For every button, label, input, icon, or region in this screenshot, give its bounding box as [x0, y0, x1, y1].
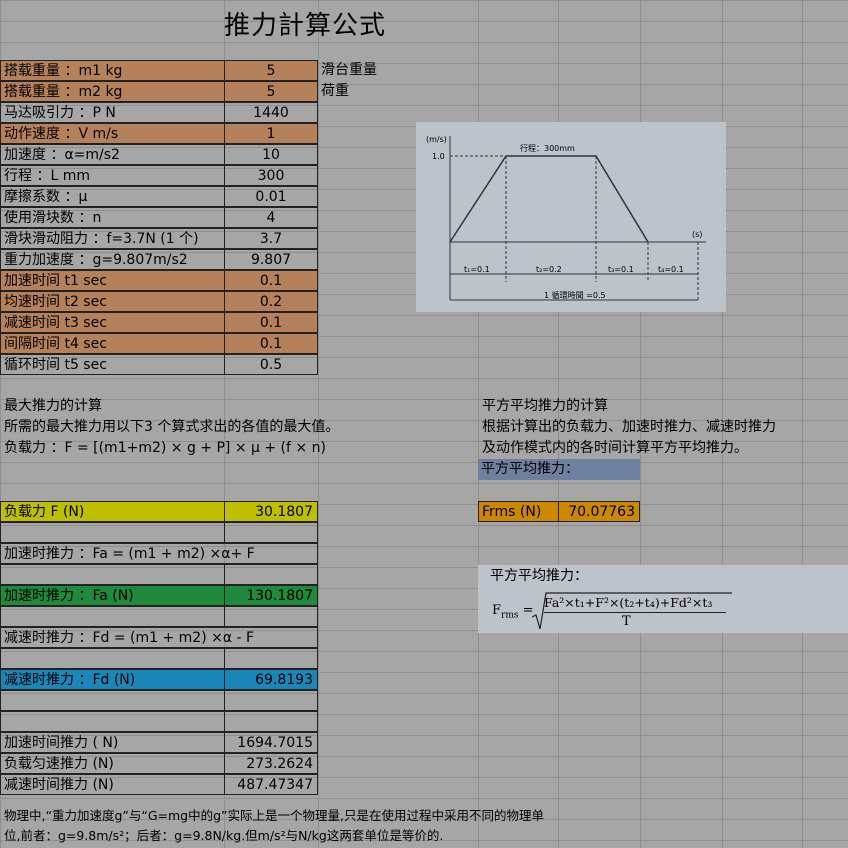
param-label: 动作速度 ：V m/s — [0, 123, 225, 144]
param-value[interactable]: 0.1 — [224, 312, 318, 333]
param-value[interactable]: 5 — [224, 81, 318, 102]
y-value-label: 1.0 — [432, 152, 445, 161]
param-label: 循环时间 t5 sec — [0, 354, 225, 375]
t4-label: t₄=0.1 — [658, 265, 684, 274]
accel-thrust-label: 加速时推力 ：Fa (N) — [0, 585, 225, 606]
velocity-diagram: (m/s) 1.0 (s) 行程：300mm t₁=0.1 t₂=0.2 t₃=… — [416, 122, 726, 312]
param-value[interactable]: 5 — [224, 60, 318, 81]
result-value[interactable]: 1694.7015 — [224, 732, 318, 753]
y-unit-label: (m/s) — [426, 135, 447, 144]
param-label: 使用滑块数 ：n — [0, 207, 225, 228]
param-label: 减速时间 t3 sec — [0, 312, 225, 333]
param-label: 间隔时间 t4 sec — [0, 333, 225, 354]
param-label: 均速时间 t2 sec — [0, 291, 225, 312]
rms-desc-2: 及动作模式内的各时间计算平方平均推力。 — [482, 440, 748, 456]
empty-cell — [0, 711, 225, 732]
param-value[interactable]: 0.01 — [224, 186, 318, 207]
t3-label: t₃=0.1 — [608, 265, 634, 274]
empty-cell — [224, 564, 318, 585]
param-label: 摩擦系数 ：μ — [0, 186, 225, 207]
load-force-value[interactable]: 30.1807 — [224, 501, 318, 522]
footer-line-2: 位,前者：g=9.8m/s²；后者：g=9.8N/kg.但m/s²与N/kg这两… — [4, 828, 444, 843]
load-formula: 负载力 ：F = [(m1+m2) × g + P] × μ + (f × n) — [4, 440, 326, 456]
result-label: 减速时间推力 (N) — [0, 774, 225, 795]
rms-formula-box: 平方平均推力： Frms = Fa²×t₁+F²×(t₂+t₄)+Fd²×t₃ … — [478, 565, 848, 633]
footer-line-1: 物理中,“重力加速度g”与“G=mg中的g”实际上是一个物理量,只是在使用过程中… — [4, 808, 544, 823]
decel-formula: 减速时推力 ：Fd = (m1 + m2) ×α - F — [0, 627, 318, 648]
empty-cell — [224, 690, 318, 711]
param-value[interactable]: 0.5 — [224, 354, 318, 375]
rms-formula-lhs: Frms = — [492, 603, 534, 621]
max-thrust-heading: 最大推力的计算 — [4, 398, 102, 414]
decel-thrust-value[interactable]: 69.8193 — [224, 669, 318, 690]
column-divider — [802, 0, 803, 848]
param-label: 搭载重量 ：m1 kg — [0, 60, 225, 81]
rms-lhs-symbol: F — [492, 603, 502, 618]
empty-cell — [0, 690, 225, 711]
cycle-label: 1 循環時間 =0.5 — [544, 290, 606, 300]
param-value[interactable]: 10 — [224, 144, 318, 165]
result-label: 加速时间推力 ( N) — [0, 732, 225, 753]
param-label: 加速度 ：α=m/s2 — [0, 144, 225, 165]
accel-formula: 加速时推力 ：Fa = (m1 + m2) ×α+ F — [0, 543, 318, 564]
param-value[interactable]: 300 — [224, 165, 318, 186]
param-note: 荷重 — [321, 83, 349, 99]
empty-cell — [224, 648, 318, 669]
param-note: 滑台重量 — [321, 62, 377, 78]
load-force-label: 负载力 F (N) — [0, 501, 225, 522]
stroke-label: 行程：300mm — [520, 143, 575, 153]
param-label: 搭载重量 ：m2 kg — [0, 81, 225, 102]
rms-heading: 平方平均推力的计算 — [482, 398, 608, 414]
param-label: 滑块滑动阻力 ：f=3.7N (1 个) — [0, 228, 225, 249]
empty-cell — [0, 606, 225, 627]
empty-cell — [224, 606, 318, 627]
rms-desc-1: 根据计算出的负载力、加速时推力、减速时推力 — [482, 419, 776, 435]
param-label: 重力加速度 ：g=9.807m/s2 — [0, 249, 225, 270]
frms-value[interactable]: 70.07763 — [558, 501, 640, 522]
param-value[interactable]: 1440 — [224, 102, 318, 123]
empty-cell — [0, 522, 225, 543]
param-value[interactable]: 0.2 — [224, 291, 318, 312]
x-unit-label: (s) — [692, 230, 702, 239]
empty-cell — [0, 648, 225, 669]
empty-cell — [224, 711, 318, 732]
result-label: 负载匀速推力 (N) — [0, 753, 225, 774]
param-value[interactable]: 9.807 — [224, 249, 318, 270]
param-value[interactable]: 0.1 — [224, 270, 318, 291]
velocity-chart: (m/s) 1.0 (s) 行程：300mm t₁=0.1 t₂=0.2 t₃=… — [426, 135, 706, 301]
footer-note: 物理中,“重力加速度g”与“G=mg中的g”实际上是一个物理量,只是在使用过程中… — [4, 806, 544, 846]
rms-header: 平方平均推力： — [478, 459, 640, 480]
rms-formula-numerator: Fa²×t₁+F²×(t₂+t₄)+Fd²×t₃ — [544, 595, 713, 610]
page-title: 推力計算公式 — [224, 11, 387, 41]
accel-thrust-value[interactable]: 130.1807 — [224, 585, 318, 606]
param-label: 马达吸引力 ：P N — [0, 102, 225, 123]
fraction-bar — [544, 612, 726, 613]
max-thrust-desc: 所需的最大推力用以下3 个算式求出的各值的最大值。 — [4, 419, 340, 435]
decel-thrust-label: 减速时推力 ：Fd (N) — [0, 669, 225, 690]
param-label: 加速时间 t1 sec — [0, 270, 225, 291]
param-value[interactable]: 1 — [224, 123, 318, 144]
empty-cell — [0, 564, 225, 585]
t2-label: t₂=0.2 — [536, 265, 562, 274]
empty-cell — [224, 522, 318, 543]
param-label: 行程 ：L mm — [0, 165, 225, 186]
rms-lhs-subscript: rms — [501, 610, 519, 621]
rms-formula-title: 平方平均推力： — [490, 568, 588, 584]
t1-label: t₁=0.1 — [464, 265, 490, 274]
result-value[interactable]: 487.47347 — [224, 774, 318, 795]
result-value[interactable]: 273.2624 — [224, 753, 318, 774]
param-value[interactable]: 4 — [224, 207, 318, 228]
param-value[interactable]: 3.7 — [224, 228, 318, 249]
rms-formula-denominator: T — [622, 614, 631, 629]
param-value[interactable]: 0.1 — [224, 333, 318, 354]
frms-label: Frms (N) — [478, 501, 559, 522]
